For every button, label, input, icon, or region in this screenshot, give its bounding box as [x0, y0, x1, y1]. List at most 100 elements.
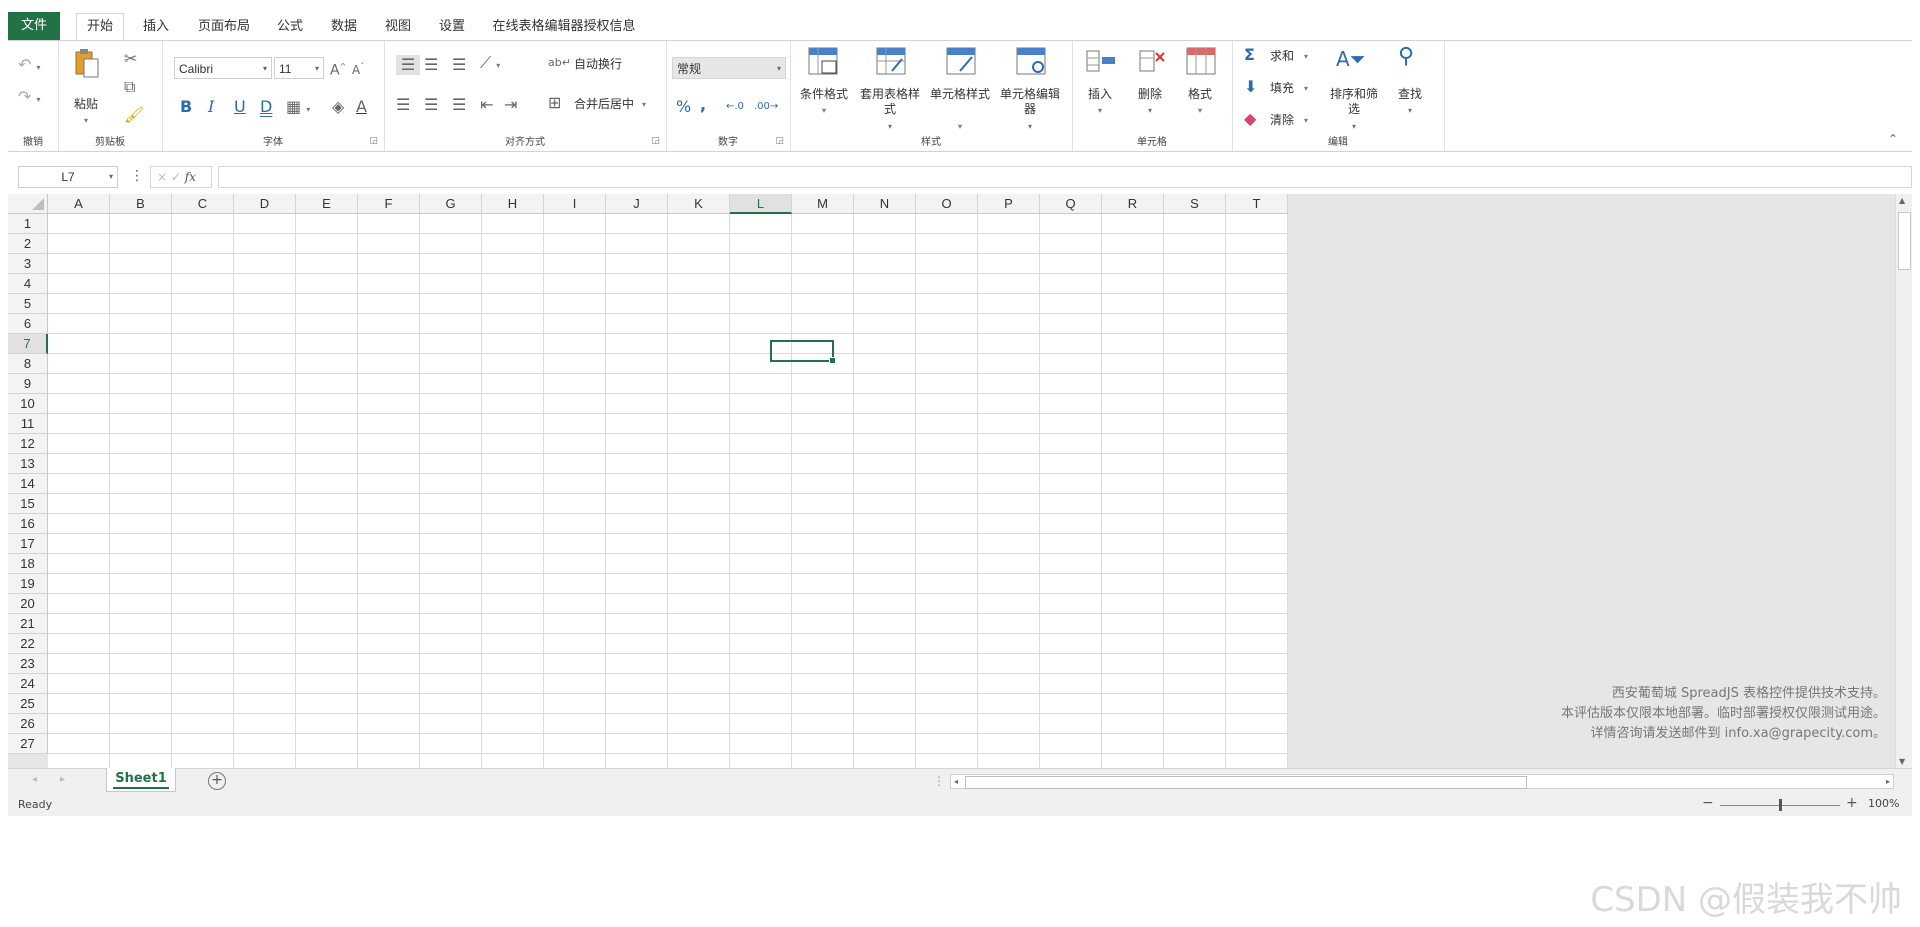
row-header[interactable]: 13: [8, 454, 48, 474]
merge-center-button[interactable]: 合并后居中: [574, 97, 634, 112]
row-header[interactable]: 22: [8, 634, 48, 654]
comma-style-icon[interactable]: ,: [700, 95, 706, 115]
number-launcher-icon[interactable]: ◲: [775, 136, 784, 146]
column-header[interactable]: C: [172, 194, 234, 214]
increase-indent-icon[interactable]: ⇥: [504, 95, 517, 115]
column-header[interactable]: R: [1102, 194, 1164, 214]
row-header[interactable]: 12: [8, 434, 48, 454]
row-header[interactable]: 1: [8, 214, 48, 234]
row-header[interactable]: 9: [8, 374, 48, 394]
zoom-out-icon[interactable]: −: [1702, 795, 1714, 811]
row-header[interactable]: 19: [8, 574, 48, 594]
copy-icon[interactable]: ⧉: [124, 77, 135, 97]
row-header[interactable]: 24: [8, 674, 48, 694]
clear-button[interactable]: 清除: [1270, 113, 1294, 128]
row-header[interactable]: 18: [8, 554, 48, 574]
fill-color-icon[interactable]: ◈: [332, 97, 344, 117]
row-header[interactable]: 17: [8, 534, 48, 554]
italic-icon[interactable]: I: [208, 97, 214, 117]
horizontal-scroll-thumb[interactable]: [965, 776, 1527, 789]
tab-insert[interactable]: 插入: [136, 14, 176, 40]
fx-icon[interactable]: fx: [185, 170, 196, 184]
align-bottom-icon[interactable]: ☰: [452, 55, 466, 75]
eraser-icon[interactable]: ◆: [1244, 109, 1256, 129]
zoom-slider-knob[interactable]: [1779, 799, 1782, 811]
scroll-up-icon[interactable]: ▲: [1899, 196, 1905, 205]
row-header[interactable]: 23: [8, 654, 48, 674]
row-header[interactable]: 6: [8, 314, 48, 334]
row-header[interactable]: 26: [8, 714, 48, 734]
cell-editor-icon[interactable]: [1016, 47, 1046, 80]
collapse-ribbon-icon[interactable]: ⌃: [1888, 129, 1898, 149]
insert-cells-button[interactable]: 插入: [1078, 87, 1122, 102]
cut-icon[interactable]: ✂: [124, 49, 137, 69]
row-header[interactable]: 15: [8, 494, 48, 514]
tab-view[interactable]: 视图: [378, 14, 418, 40]
column-header[interactable]: G: [420, 194, 482, 214]
cell-editor-dropdown-icon[interactable]: ▾: [1000, 119, 1060, 134]
column-header[interactable]: T: [1226, 194, 1288, 214]
scroll-left-icon[interactable]: ◂: [954, 775, 958, 788]
row-header[interactable]: 7: [8, 334, 48, 354]
align-left-icon[interactable]: ☰: [396, 95, 410, 115]
row-header[interactable]: 25: [8, 694, 48, 714]
row-header[interactable]: 11: [8, 414, 48, 434]
format-cells-icon[interactable]: [1186, 47, 1216, 80]
row-header[interactable]: 14: [8, 474, 48, 494]
tab-license-info[interactable]: 在线表格编辑器授权信息: [484, 14, 644, 40]
table-style-icon[interactable]: [876, 47, 906, 80]
decrease-indent-icon[interactable]: ⇤: [480, 95, 493, 115]
align-middle-icon[interactable]: ☰: [424, 55, 438, 75]
horizontal-scrollbar[interactable]: ◂ ▸: [950, 774, 1894, 789]
sort-filter-button[interactable]: 排序和筛选: [1326, 87, 1382, 117]
column-header[interactable]: O: [916, 194, 978, 214]
formula-input[interactable]: [218, 166, 1912, 188]
orientation-icon[interactable]: ⟋ ▾: [480, 53, 500, 76]
decrease-font-icon[interactable]: Aˇ: [352, 57, 364, 80]
row-header[interactable]: 21: [8, 614, 48, 634]
column-header[interactable]: F: [358, 194, 420, 214]
increase-decimal-icon[interactable]: ←.0: [726, 97, 744, 117]
paste-icon[interactable]: [72, 47, 102, 78]
merge-dropdown-icon[interactable]: ▾: [642, 97, 646, 112]
row-header[interactable]: 10: [8, 394, 48, 414]
tab-data[interactable]: 数据: [324, 14, 364, 40]
conditional-format-dropdown-icon[interactable]: ▾: [794, 103, 854, 118]
row-header[interactable]: 5: [8, 294, 48, 314]
column-header[interactable]: Q: [1040, 194, 1102, 214]
cell-style-icon[interactable]: [946, 47, 976, 80]
decrease-decimal-icon[interactable]: .00→: [754, 97, 778, 117]
column-header[interactable]: K: [668, 194, 730, 214]
align-top-icon[interactable]: ☰: [396, 55, 420, 75]
format-cells-dropdown-icon[interactable]: ▾: [1178, 103, 1222, 118]
insert-cells-dropdown-icon[interactable]: ▾: [1078, 103, 1122, 118]
column-header[interactable]: L: [730, 194, 792, 214]
fill-icon[interactable]: ⬇: [1244, 77, 1257, 97]
cell-area[interactable]: [48, 214, 1288, 768]
sum-dropdown-icon[interactable]: ▾: [1304, 49, 1308, 64]
vertical-scrollbar[interactable]: ▲ ▼: [1895, 194, 1912, 768]
cancel-icon[interactable]: ×: [157, 170, 167, 184]
sum-icon[interactable]: Σ: [1244, 45, 1255, 65]
name-box[interactable]: L7 ▾: [18, 166, 118, 188]
row-header[interactable]: 2: [8, 234, 48, 254]
fill-dropdown-icon[interactable]: ▾: [1304, 81, 1308, 96]
tab-page-layout[interactable]: 页面布局: [192, 14, 256, 40]
row-header[interactable]: 8: [8, 354, 48, 374]
insert-cells-icon[interactable]: [1086, 47, 1116, 80]
clear-dropdown-icon[interactable]: ▾: [1304, 113, 1308, 128]
find-icon[interactable]: ⚲: [1398, 46, 1414, 68]
column-header[interactable]: P: [978, 194, 1040, 214]
row-header[interactable]: 3: [8, 254, 48, 274]
find-dropdown-icon[interactable]: ▾: [1388, 103, 1432, 118]
add-sheet-icon[interactable]: +: [208, 772, 226, 790]
scroll-down-icon[interactable]: ▼: [1899, 757, 1905, 766]
column-header[interactable]: S: [1164, 194, 1226, 214]
alignment-launcher-icon[interactable]: ◲: [651, 136, 660, 146]
align-center-icon[interactable]: ☰: [424, 95, 438, 115]
column-header[interactable]: H: [482, 194, 544, 214]
scroll-right-icon[interactable]: ▸: [1886, 775, 1890, 788]
font-size-select[interactable]: 11 ▾: [274, 57, 324, 79]
zoom-in-icon[interactable]: +: [1846, 795, 1858, 811]
sort-filter-dropdown-icon[interactable]: ▾: [1326, 119, 1382, 134]
